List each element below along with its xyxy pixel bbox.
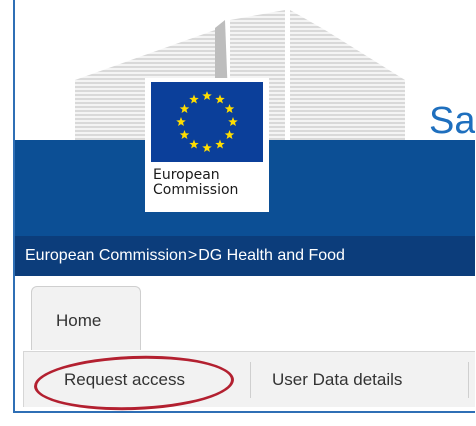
browser-frame: European Commission Sa European Commissi… [13, 0, 475, 413]
tab-home[interactable]: Home [31, 286, 141, 350]
eu-star-icon [224, 130, 235, 140]
site-title: Sa [429, 100, 475, 142]
logo-text-line2: Commission [153, 182, 239, 198]
site-header: European Commission Sa [15, 0, 475, 236]
eu-star-icon [189, 94, 199, 104]
header-bottom-band [15, 228, 475, 236]
breadcrumb-item-dg-health-and-food[interactable]: DG Health and Food [198, 247, 345, 264]
eu-star-icon [202, 91, 212, 101]
eu-star-icon [189, 139, 199, 149]
eu-star-icon [179, 104, 190, 114]
eu-flag-icon [151, 82, 263, 162]
eu-star-icon [228, 117, 238, 127]
logo-text-line1: European [153, 167, 220, 183]
subnav-item-user-data-details[interactable]: User Data details [272, 352, 402, 408]
eu-star-icon [179, 130, 190, 140]
logo-wordmark: European Commission [153, 168, 263, 198]
breadcrumb-item-european-commission[interactable]: European Commission [25, 247, 187, 264]
eu-star-icon [224, 104, 235, 114]
european-commission-logo[interactable]: European Commission [145, 78, 269, 212]
breadcrumb-separator: > [187, 247, 198, 264]
eu-star-icon [215, 94, 225, 104]
eu-star-icon [215, 139, 225, 149]
subnav-divider [250, 362, 251, 398]
breadcrumb: European Commission>DG Health and Food [15, 236, 475, 276]
eu-star-icon [176, 117, 186, 127]
subnav-divider [468, 362, 469, 398]
eu-star-icon [202, 143, 212, 153]
